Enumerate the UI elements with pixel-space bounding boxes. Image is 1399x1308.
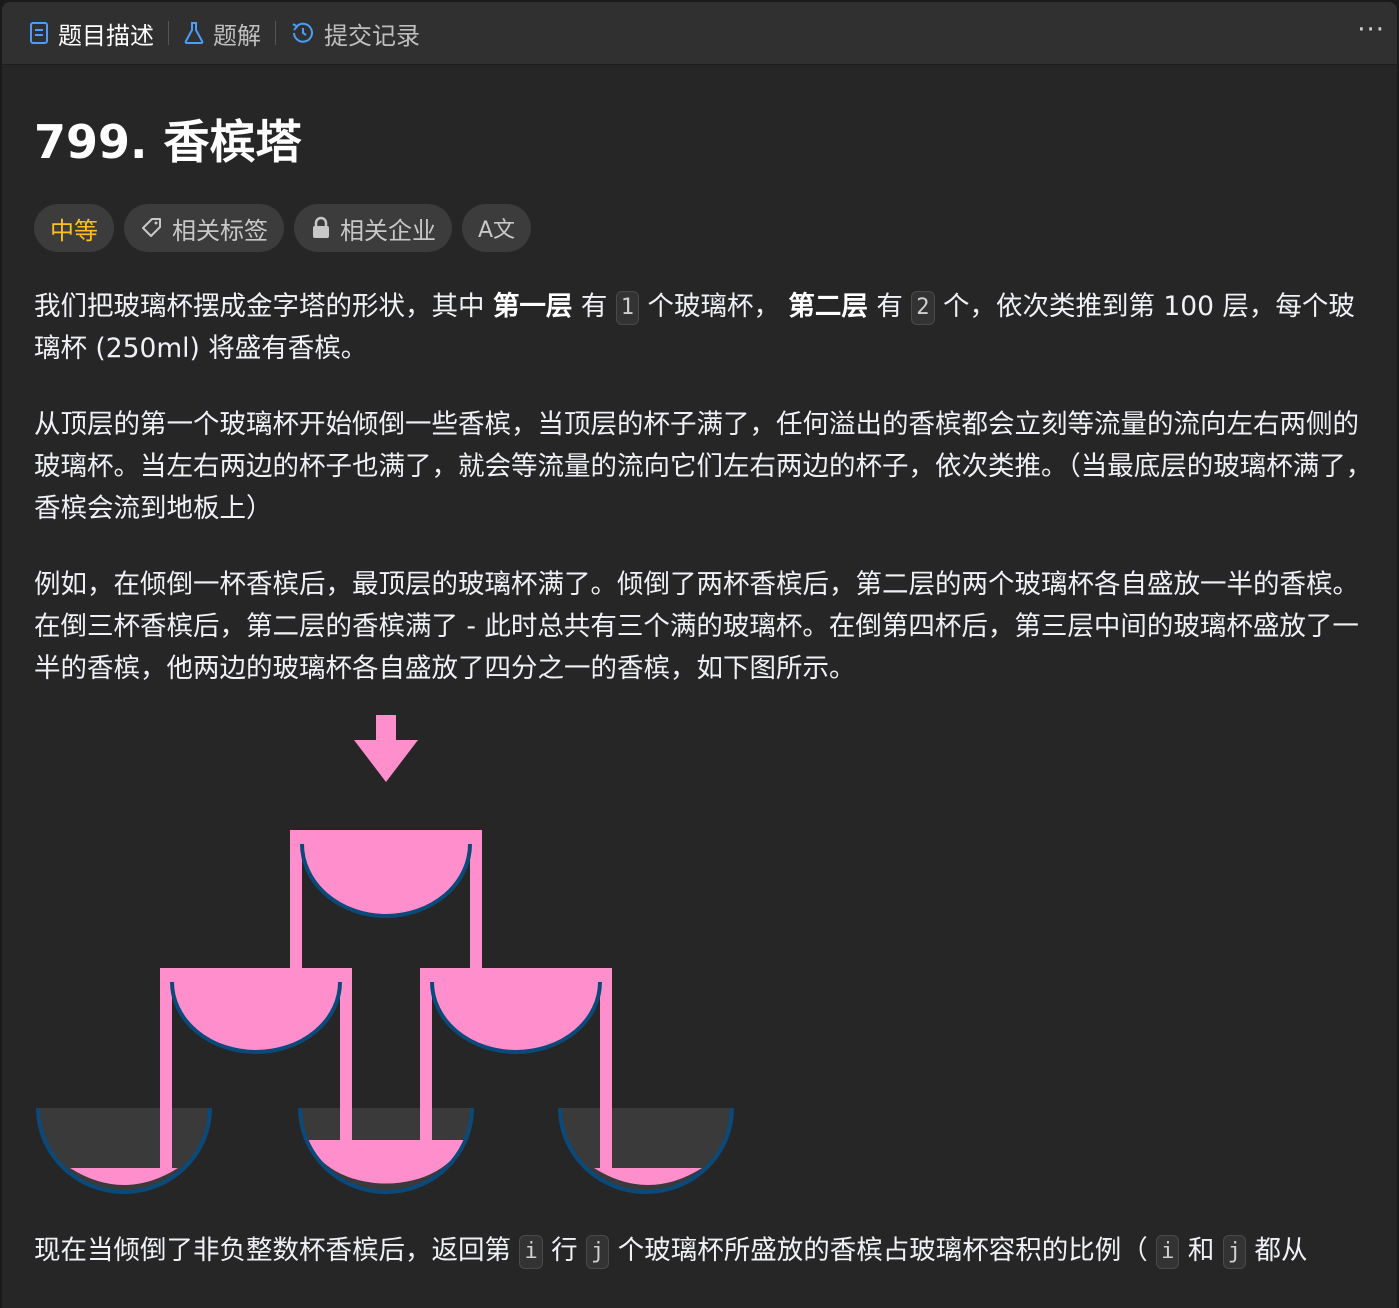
- tag-icon: [140, 216, 164, 240]
- glass-row1: [290, 830, 482, 970]
- problem-content: 799. 香槟塔 中等 相关标签 相关企业 A文 我们把玻璃杯摆成金字塔的形状，…: [34, 64, 1377, 690]
- text: 行: [542, 1235, 587, 1266]
- inline-code: i: [1156, 1235, 1180, 1269]
- text: 和: [1179, 1235, 1223, 1266]
- inline-code: 1: [615, 291, 640, 325]
- tag-row: 中等 相关标签 相关企业 A文: [34, 204, 1377, 252]
- description-paragraph-4: 现在当倾倒了非负整数杯香槟后，返回第 i 行 j 个玻璃杯所盛放的香槟占玻璃杯容…: [34, 1230, 1307, 1272]
- text: 个玻璃杯，: [639, 291, 789, 322]
- translate-button[interactable]: A文: [462, 204, 532, 252]
- champagne-tower-illustration: [36, 712, 756, 1216]
- tab-submissions[interactable]: 提交记录: [276, 2, 434, 64]
- more-options-icon[interactable]: ···: [1357, 17, 1385, 43]
- description-paragraph-1: 我们把玻璃杯摆成金字塔的形状，其中 第一层 有 1 个玻璃杯， 第二层 有 2 …: [34, 286, 1377, 370]
- related-companies-label: 相关企业: [340, 216, 436, 245]
- text: 现在当倾倒了非负整数杯香槟后，返回第: [34, 1235, 520, 1266]
- glass-row3-left: [36, 1107, 212, 1194]
- glass-row3-middle: [298, 1107, 474, 1194]
- text: 个玻璃杯所盛放的香槟占玻璃杯容积的比例（: [609, 1235, 1157, 1266]
- text: 都从: [1246, 1235, 1308, 1266]
- flask-icon: [183, 21, 205, 45]
- description-icon: [28, 21, 50, 45]
- inline-code: 2: [911, 291, 935, 325]
- related-companies-button[interactable]: 相关企业: [294, 204, 452, 252]
- pour-arrow: [354, 715, 418, 782]
- bold-text: 第一层: [492, 291, 573, 322]
- inline-code: j: [586, 1235, 610, 1269]
- description-paragraph-2: 从顶层的第一个玻璃杯开始倾倒一些香槟，当顶层的杯子满了，任何溢出的香槟都会立刻等…: [34, 409, 1373, 524]
- problem-panel: 题目描述 题解 提交记录 ··· 799. 香槟塔 中等 相关标签 相关企业 A…: [2, 2, 1397, 1308]
- glass-row3-right: [558, 1107, 734, 1194]
- lock-icon: [310, 216, 332, 240]
- tab-description-label: 题目描述: [58, 21, 154, 50]
- translate-icon: A文: [478, 218, 516, 243]
- inline-code: i: [519, 1235, 543, 1269]
- text: 有: [572, 291, 616, 322]
- tab-bar: 题目描述 题解 提交记录 ···: [2, 2, 1397, 65]
- tab-solutions[interactable]: 题解: [169, 2, 275, 64]
- related-tags-button[interactable]: 相关标签: [124, 204, 284, 252]
- problem-title: 799. 香槟塔: [34, 115, 302, 169]
- tab-solutions-label: 题解: [213, 21, 261, 50]
- difficulty-label: 中等: [50, 216, 98, 245]
- tab-description[interactable]: 题目描述: [2, 2, 168, 64]
- inline-code: j: [1222, 1235, 1247, 1269]
- bold-text: 第二层: [788, 291, 868, 322]
- text: 我们把玻璃杯摆成金字塔的形状，其中: [34, 291, 493, 322]
- description-paragraph-3: 例如，在倾倒一杯香槟后，最顶层的玻璃杯满了。倾倒了两杯香槟后，第二层的两个玻璃杯…: [34, 569, 1359, 684]
- tab-submissions-label: 提交记录: [324, 21, 420, 50]
- difficulty-badge[interactable]: 中等: [34, 204, 114, 252]
- text: 有: [867, 291, 912, 322]
- history-icon: [290, 20, 316, 46]
- related-tags-label: 相关标签: [172, 216, 268, 245]
